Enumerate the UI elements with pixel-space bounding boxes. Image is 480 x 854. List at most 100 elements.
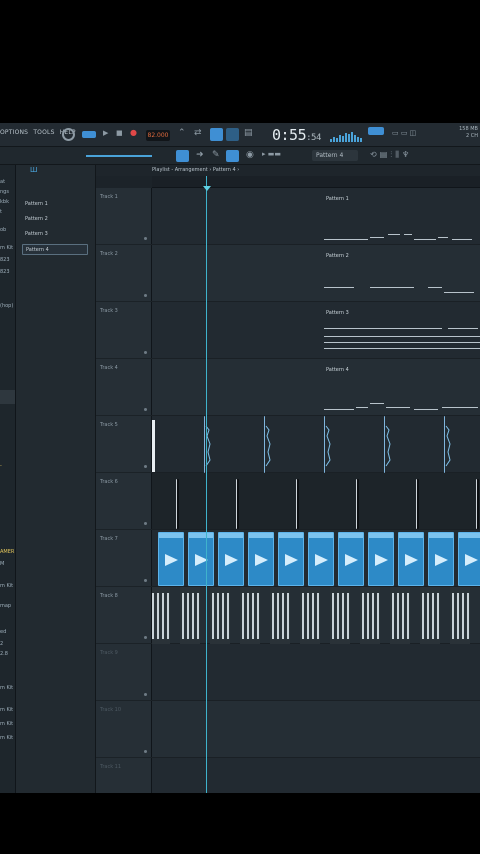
track-header[interactable]: Track 9 xyxy=(96,644,152,701)
audio-clip[interactable] xyxy=(476,479,479,529)
track-header[interactable]: Track 5 xyxy=(96,416,152,473)
audio-clip[interactable] xyxy=(236,479,239,529)
browser-item[interactable]: at xyxy=(0,179,5,185)
browser-item[interactable]: 823 xyxy=(0,257,10,263)
master-pitch-slider[interactable] xyxy=(86,155,152,157)
audio-clip[interactable] xyxy=(270,587,290,644)
panel-icons[interactable]: ▭ ▭ ◫ xyxy=(392,130,416,137)
audio-clip[interactable] xyxy=(338,532,364,586)
picker-item-pattern-1[interactable]: Pattern 1 xyxy=(22,199,88,210)
track-lane[interactable] xyxy=(152,758,480,793)
audio-clip[interactable] xyxy=(368,532,394,586)
track-header[interactable]: Track 8 xyxy=(96,587,152,644)
pattern-clip-label[interactable]: Pattern 4 xyxy=(326,367,349,373)
audio-clip[interactable] xyxy=(444,416,453,473)
audio-clip[interactable] xyxy=(296,479,299,529)
audio-clip[interactable] xyxy=(450,587,470,644)
pattern-clip-label[interactable]: Pattern 2 xyxy=(326,253,349,259)
track-header[interactable]: Track 10 xyxy=(96,701,152,758)
audio-clip[interactable] xyxy=(176,479,179,529)
audio-clip[interactable] xyxy=(180,587,200,644)
pattern-clip-label[interactable]: Pattern 3 xyxy=(326,310,349,316)
audio-clip[interactable] xyxy=(428,532,454,586)
audio-clip[interactable] xyxy=(152,587,170,644)
track-mute-dot[interactable] xyxy=(144,636,147,639)
track-mute-dot[interactable] xyxy=(144,351,147,354)
audio-clip[interactable] xyxy=(158,532,184,586)
browser-item[interactable]: m Kit xyxy=(0,707,13,713)
pencil-icon[interactable]: ✎ xyxy=(212,151,220,160)
browser-item[interactable]: 2.8 xyxy=(0,651,8,657)
audio-clip[interactable] xyxy=(248,532,274,586)
track-mute-dot[interactable] xyxy=(144,465,147,468)
menu-options[interactable]: OPTIONS xyxy=(0,129,28,136)
metronome-icon[interactable]: ⌃ xyxy=(178,129,186,138)
picker-item-pattern-3[interactable]: Pattern 3 xyxy=(22,229,88,240)
browser-item[interactable]: 2 xyxy=(0,641,3,647)
timeline-ruler[interactable] xyxy=(152,176,480,188)
browser-item[interactable]: (hop) xyxy=(0,303,13,309)
track-lane[interactable] xyxy=(152,416,480,473)
track-mute-dot[interactable] xyxy=(144,522,147,525)
audio-clip[interactable] xyxy=(264,416,273,473)
playhead[interactable] xyxy=(206,176,207,793)
audio-clip[interactable] xyxy=(188,532,214,586)
audio-clip[interactable] xyxy=(330,587,350,644)
track-header[interactable]: Track 3 xyxy=(96,302,152,359)
typing-keyboard-button[interactable] xyxy=(210,128,223,141)
audio-clip[interactable] xyxy=(390,587,410,644)
track-mute-dot[interactable] xyxy=(144,237,147,240)
track-mute-dot[interactable] xyxy=(144,579,147,582)
track-header[interactable]: Track 11 xyxy=(96,758,152,793)
track-header[interactable]: Track 4 xyxy=(96,359,152,416)
countdown-icon[interactable]: ▤ xyxy=(244,129,253,138)
audio-clip[interactable] xyxy=(300,587,320,644)
plugin-picker-icon[interactable]: ◉ xyxy=(246,151,254,160)
track-header[interactable]: Track 6 xyxy=(96,473,152,530)
step-edit-button[interactable] xyxy=(226,128,239,141)
browser-item[interactable]: m Kit xyxy=(0,721,13,727)
audio-clip[interactable] xyxy=(416,479,419,529)
track-lane[interactable] xyxy=(152,701,480,758)
track-mute-dot[interactable] xyxy=(144,750,147,753)
track-header[interactable]: Track 2 xyxy=(96,245,152,302)
browser-item[interactable]: ob xyxy=(0,227,6,233)
audio-clip[interactable] xyxy=(458,532,480,586)
audio-clip[interactable] xyxy=(356,479,359,529)
audio-clip[interactable] xyxy=(240,587,260,644)
browser-item[interactable]: m Kit xyxy=(0,735,13,741)
picker-item-pattern-2[interactable]: Pattern 2 xyxy=(22,214,88,225)
audio-clip[interactable] xyxy=(384,416,393,473)
scroll-icon[interactable]: ▸ ▬▬ xyxy=(262,151,281,158)
loop-start-marker[interactable] xyxy=(152,420,155,472)
audio-clip[interactable] xyxy=(218,532,244,586)
track-header[interactable]: Track 1 xyxy=(96,188,152,245)
browser-item[interactable]: m Kit xyxy=(0,685,13,691)
browser-item[interactable]: M xyxy=(0,561,4,567)
track-lane[interactable] xyxy=(152,188,480,245)
browser-item[interactable]: m Kit xyxy=(0,245,13,251)
browser-item[interactable]: kbk xyxy=(0,199,9,205)
pattern-song-toggle[interactable] xyxy=(82,131,96,138)
picker-item-pattern-4[interactable]: Pattern 4 xyxy=(22,244,88,255)
pattern-selector[interactable]: Pattern 4 xyxy=(312,150,358,161)
browser-item[interactable]: 823 xyxy=(0,269,10,275)
browser-item[interactable]: ngs xyxy=(0,189,9,195)
menu-tools[interactable]: TOOLS xyxy=(33,129,54,136)
brush-button[interactable] xyxy=(226,150,239,162)
cpu-button[interactable] xyxy=(368,127,384,135)
tempo-display[interactable]: 82.000 xyxy=(146,130,170,141)
pattern-clip-label[interactable]: Pattern 1 xyxy=(326,196,349,202)
track-lane[interactable] xyxy=(152,473,480,530)
audio-clip[interactable] xyxy=(210,587,230,644)
stop-icon[interactable]: ■ xyxy=(116,130,123,137)
browser-item[interactable]: - xyxy=(0,463,2,469)
record-icon[interactable]: ● xyxy=(130,129,137,137)
track-lane[interactable] xyxy=(152,245,480,302)
playhead-marker-icon[interactable] xyxy=(203,186,211,191)
browser-item[interactable]: m Kit xyxy=(0,583,13,589)
playlist-grid[interactable]: Pattern 1 Pattern 2 Pattern 3 Pattern 4 xyxy=(152,188,480,793)
loop-record-icon[interactable]: ⇄ xyxy=(194,129,202,138)
browser-item[interactable]: t xyxy=(0,209,2,215)
tool-icons[interactable]: ⟲▤⫶⫼♆ xyxy=(370,151,412,159)
